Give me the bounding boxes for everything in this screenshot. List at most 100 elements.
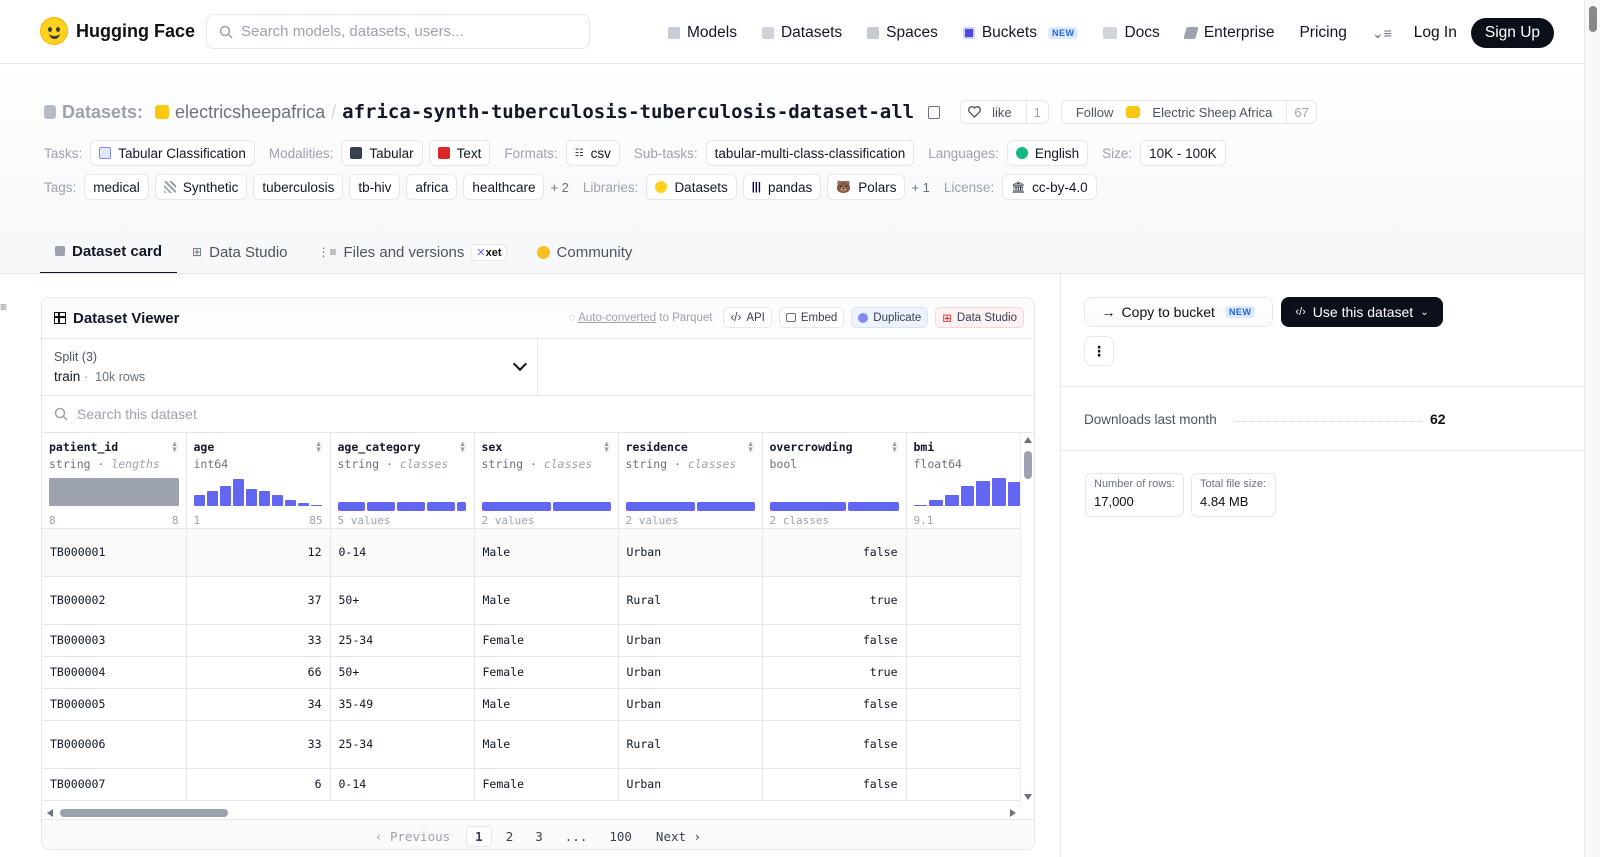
cell-patient-id[interactable]: TB000006 [42, 720, 187, 769]
tab-files-versions[interactable]: ⋮≡ Files and versions ✕xet [303, 230, 522, 274]
sort-icon[interactable]: ▲ ▼ [315, 440, 323, 454]
login-link[interactable]: Log In [1414, 24, 1457, 42]
tag-africa[interactable]: africa [406, 174, 458, 200]
cell-age[interactable]: 33 [186, 720, 331, 769]
cell-sex[interactable]: Male [474, 688, 619, 721]
page-100-button[interactable]: 100 [601, 827, 640, 846]
cell-overcrowding[interactable]: true [762, 576, 907, 625]
more-menu-icon[interactable]: ⌄≡ [1372, 25, 1392, 42]
task-tag[interactable]: Tabular Classification [90, 140, 255, 166]
nav-models[interactable]: Models [668, 19, 737, 47]
api-button[interactable]: ‹/› API [723, 307, 772, 328]
table-row[interactable]: TB000007 6 0-14 Female Urban false [42, 768, 1034, 801]
column-header-age[interactable]: age int64 ▲ ▼ 1 85 [186, 433, 331, 529]
cell-bmi[interactable] [906, 624, 1034, 657]
cell-bmi[interactable] [906, 576, 1034, 625]
cell-sex[interactable]: Female [474, 768, 619, 801]
use-this-dataset-button[interactable]: ‹/› Use this dataset ⌄ [1281, 297, 1443, 327]
cell-patient-id[interactable]: TB000003 [42, 624, 187, 657]
table-vertical-scrollbar[interactable] [1020, 433, 1034, 806]
size-tag[interactable]: 10K - 100K [1140, 140, 1226, 166]
dataset-search[interactable] [42, 396, 1034, 433]
like-button[interactable]: like 1 [960, 100, 1049, 124]
nav-buckets[interactable]: Buckets NEW [962, 19, 1079, 47]
column-header-patient-id[interactable]: patient_id string · lengths ▲ ▼ 88 [42, 433, 187, 529]
nav-enterprise[interactable]: Enterprise [1183, 19, 1274, 47]
cell-age-category[interactable]: 50+ [330, 656, 475, 689]
nav-pricing[interactable]: Pricing [1299, 19, 1346, 47]
table-row[interactable]: TB000006 33 25-34 Male Rural false [42, 720, 1034, 769]
sidebar-toggle-icon[interactable]: ≡ [0, 300, 7, 314]
cell-bmi[interactable] [906, 768, 1034, 801]
sort-icon[interactable]: ▲ ▼ [603, 440, 611, 454]
cell-overcrowding[interactable]: false [762, 768, 907, 801]
cell-residence[interactable]: Rural [618, 576, 763, 625]
auto-converted-link[interactable]: Auto-converted [578, 312, 656, 324]
tab-dataset-card[interactable]: Dataset card [40, 230, 178, 274]
table-row[interactable]: TB000004 66 50+ Female Urban true [42, 656, 1034, 689]
sort-icon[interactable]: ▲ ▼ [171, 440, 179, 454]
page-1-button[interactable]: 1 [466, 825, 492, 847]
split-dropdown[interactable]: Split (3) train · 10k rows [42, 339, 538, 395]
library-polars[interactable]: 🐻 Polars [827, 174, 906, 200]
org-link[interactable]: electricsheepafrica [175, 102, 325, 123]
global-search[interactable] [206, 14, 590, 49]
cell-age-category[interactable]: 0-14 [330, 528, 475, 577]
cell-overcrowding[interactable]: false [762, 528, 907, 577]
signup-button[interactable]: Sign Up [1470, 18, 1555, 48]
page-scrollbar[interactable] [1584, 0, 1600, 857]
cell-age[interactable]: 6 [186, 768, 331, 801]
tags-more[interactable]: + 2 [550, 180, 568, 195]
tab-community[interactable]: Community [522, 230, 648, 274]
cell-sex[interactable]: Female [474, 624, 619, 657]
cell-age-category[interactable]: 25-34 [330, 720, 475, 769]
duplicate-button[interactable]: Duplicate [851, 307, 929, 328]
next-page-button[interactable]: Next › [656, 829, 701, 844]
cell-patient-id[interactable]: TB000007 [42, 768, 187, 801]
follow-button[interactable]: Follow Electric Sheep Africa 67 [1060, 100, 1317, 124]
table-row[interactable]: TB000005 34 35-49 Male Urban false [42, 688, 1034, 721]
tag-healthcare[interactable]: healthcare [463, 174, 545, 200]
column-header-overcrowding[interactable]: overcrowding bool ▲ ▼ 2 classes [762, 433, 907, 529]
home-logo-link[interactable]: Hugging Face [40, 17, 195, 45]
format-tag[interactable]: ☷ csv [565, 140, 620, 166]
cell-residence[interactable]: Urban [618, 528, 763, 577]
page-3-button[interactable]: 3 [527, 827, 551, 846]
nav-datasets[interactable]: Datasets [761, 19, 842, 47]
license-tag[interactable]: 🏛 cc-by-4.0 [1002, 174, 1097, 200]
sort-icon[interactable]: ▲ ▼ [459, 440, 467, 454]
cell-sex[interactable]: Female [474, 656, 619, 689]
column-header-bmi[interactable]: bmi float64 9.1 [906, 433, 1034, 529]
table-row[interactable]: TB000003 33 25-34 Female Urban false [42, 624, 1034, 657]
tag-synthetic[interactable]: Synthetic [154, 174, 248, 200]
cell-sex[interactable]: Male [474, 720, 619, 769]
cell-age[interactable]: 33 [186, 624, 331, 657]
tag-tuberculosis[interactable]: tuberculosis [253, 174, 344, 200]
cell-bmi[interactable] [906, 656, 1034, 689]
sort-icon[interactable]: ▲ ▼ [747, 440, 755, 454]
cell-sex[interactable]: Male [474, 576, 619, 625]
more-options-button[interactable]: ⋮ [1084, 336, 1114, 366]
embed-button[interactable]: Embed [778, 307, 845, 328]
column-header-residence[interactable]: residence string · classes ▲ ▼ 2 values [618, 433, 763, 529]
cell-residence[interactable]: Urban [618, 656, 763, 689]
cell-overcrowding[interactable]: false [762, 624, 907, 657]
table-row[interactable]: TB000002 37 50+ Male Rural true [42, 576, 1034, 625]
column-header-age-category[interactable]: age_category string · classes ▲ ▼ 5 value… [330, 433, 475, 529]
cell-bmi[interactable] [906, 720, 1034, 769]
cell-age-category[interactable]: 50+ [330, 576, 475, 625]
cell-overcrowding[interactable]: true [762, 656, 907, 689]
language-tag[interactable]: English [1006, 140, 1089, 166]
modality-tag-tabular[interactable]: Tabular [341, 140, 423, 166]
cell-age[interactable]: 66 [186, 656, 331, 689]
cell-overcrowding[interactable]: false [762, 688, 907, 721]
cell-residence[interactable]: Urban [618, 688, 763, 721]
column-header-sex[interactable]: sex string · classes ▲ ▼ 2 values [474, 433, 619, 529]
global-search-input[interactable] [241, 23, 571, 40]
tag-tb-hiv[interactable]: tb-hiv [349, 174, 401, 200]
copy-icon[interactable] [928, 105, 941, 119]
cell-age-category[interactable]: 0-14 [330, 768, 475, 801]
copy-to-bucket-button[interactable]: → Copy to bucket NEW [1084, 297, 1273, 327]
sort-icon[interactable]: ▲ ▼ [891, 440, 899, 454]
previous-page-button[interactable]: ‹ Previous [375, 829, 450, 844]
